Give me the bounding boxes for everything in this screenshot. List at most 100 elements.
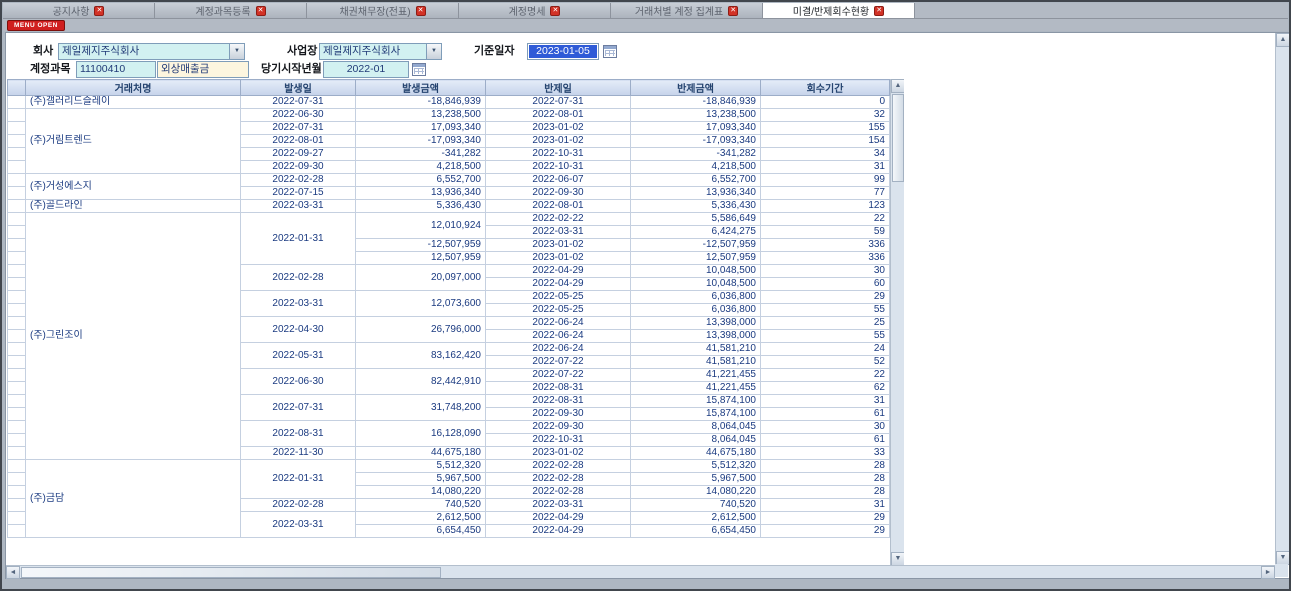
menu-open-button[interactable]: MENU OPEN	[7, 20, 65, 31]
tab-account-detail[interactable]: 계정명세 ✕	[459, 3, 611, 18]
occur-amount-cell[interactable]: 16,128,090	[356, 421, 486, 447]
vendor-header[interactable]: 거래처명	[26, 80, 241, 96]
occur-amount-cell[interactable]: 12,073,600	[356, 291, 486, 317]
settle-date-cell[interactable]: 2022-06-07	[486, 174, 631, 187]
settle-date-cell[interactable]: 2022-06-24	[486, 343, 631, 356]
collection-period-cell[interactable]: 29	[761, 525, 890, 538]
settle-date-cell[interactable]: 2022-08-01	[486, 109, 631, 122]
occur-amount-cell[interactable]: -17,093,340	[356, 135, 486, 148]
tab-notices[interactable]: 공지사항 ✕	[3, 3, 155, 18]
settle-date-cell[interactable]: 2022-06-24	[486, 330, 631, 343]
collection-period-cell[interactable]: 155	[761, 122, 890, 135]
occur-amount-header[interactable]: 발생금액	[356, 80, 486, 96]
collection-period-cell[interactable]: 30	[761, 265, 890, 278]
occur-amount-cell[interactable]: 20,097,000	[356, 265, 486, 291]
row-selector[interactable]	[8, 525, 26, 538]
settle-date-cell[interactable]: 2022-02-28	[486, 486, 631, 499]
settle-amount-cell[interactable]: 13,398,000	[631, 330, 761, 343]
content-horizontal-scrollbar[interactable]: ◄ ►	[6, 565, 1275, 578]
collection-period-cell[interactable]: 336	[761, 252, 890, 265]
scroll-up-icon[interactable]: ▲	[1276, 33, 1290, 47]
occur-date-cell[interactable]: 2022-01-31	[241, 213, 356, 265]
vendor-cell[interactable]: (주)갤러리드슬레이	[26, 96, 241, 109]
settle-date-cell[interactable]: 2023-01-02	[486, 447, 631, 460]
settle-amount-cell[interactable]: -12,507,959	[631, 239, 761, 252]
collection-period-cell[interactable]: 60	[761, 278, 890, 291]
settle-date-cell[interactable]: 2022-08-31	[486, 382, 631, 395]
collection-period-cell[interactable]: 33	[761, 447, 890, 460]
occur-amount-cell[interactable]: 12,010,924	[356, 213, 486, 239]
content-vertical-scrollbar[interactable]: ▲ ▼	[1275, 33, 1289, 565]
occur-amount-cell[interactable]: 5,512,320	[356, 460, 486, 473]
settle-amount-cell[interactable]: 5,967,500	[631, 473, 761, 486]
collection-period-cell[interactable]: 59	[761, 226, 890, 239]
occur-amount-cell[interactable]: 83,162,420	[356, 343, 486, 369]
collection-period-cell[interactable]: 22	[761, 369, 890, 382]
scroll-left-icon[interactable]: ◄	[6, 566, 20, 579]
collection-period-cell[interactable]: 123	[761, 200, 890, 213]
settle-amount-cell[interactable]: 15,874,100	[631, 395, 761, 408]
settle-amount-cell[interactable]: 5,336,430	[631, 200, 761, 213]
settle-date-cell[interactable]: 2022-09-30	[486, 408, 631, 421]
period-start-input[interactable]: 2022-01	[323, 61, 409, 78]
row-selector[interactable]	[8, 395, 26, 408]
row-selector[interactable]	[8, 330, 26, 343]
settle-amount-cell[interactable]: 8,064,045	[631, 421, 761, 434]
collection-period-cell[interactable]: 62	[761, 382, 890, 395]
occur-date-cell[interactable]: 2022-07-15	[241, 187, 356, 200]
settle-amount-cell[interactable]: 17,093,340	[631, 122, 761, 135]
settle-date-cell[interactable]: 2022-04-29	[486, 278, 631, 291]
occur-amount-cell[interactable]: 5,336,430	[356, 200, 486, 213]
collection-period-cell[interactable]: 31	[761, 395, 890, 408]
settle-amount-cell[interactable]: 5,586,649	[631, 213, 761, 226]
occur-date-cell[interactable]: 2022-07-31	[241, 395, 356, 421]
row-selector[interactable]	[8, 213, 26, 226]
chevron-down-icon[interactable]: ▼	[229, 44, 244, 59]
settle-amount-cell[interactable]: -17,093,340	[631, 135, 761, 148]
settle-date-cell[interactable]: 2022-10-31	[486, 434, 631, 447]
vendor-cell[interactable]: (주)금담	[26, 460, 241, 538]
scroll-up-icon[interactable]: ▲	[891, 79, 904, 93]
collection-period-cell[interactable]: 29	[761, 291, 890, 304]
occur-amount-cell[interactable]: 31,748,200	[356, 395, 486, 421]
row-selector[interactable]	[8, 369, 26, 382]
scrollbar-thumb[interactable]	[892, 94, 904, 182]
occur-amount-cell[interactable]: 6,552,700	[356, 174, 486, 187]
row-selector[interactable]	[8, 135, 26, 148]
company-select[interactable]: 제일제지주식회사 ▼	[58, 43, 245, 60]
occur-amount-cell[interactable]: 6,654,450	[356, 525, 486, 538]
occur-amount-cell[interactable]: 14,080,220	[356, 486, 486, 499]
occur-date-cell[interactable]: 2022-04-30	[241, 317, 356, 343]
occur-date-cell[interactable]: 2022-03-31	[241, 291, 356, 317]
occur-amount-cell[interactable]: 740,520	[356, 499, 486, 512]
row-selector[interactable]	[8, 460, 26, 473]
chevron-down-icon[interactable]: ▼	[426, 44, 441, 59]
settle-date-cell[interactable]: 2023-01-02	[486, 239, 631, 252]
settle-date-cell[interactable]: 2023-01-02	[486, 252, 631, 265]
collection-period-cell[interactable]: 0	[761, 96, 890, 109]
settle-amount-cell[interactable]: 8,064,045	[631, 434, 761, 447]
settle-amount-cell[interactable]: 6,552,700	[631, 174, 761, 187]
close-icon[interactable]: ✕	[874, 6, 884, 16]
settle-amount-header[interactable]: 반제금액	[631, 80, 761, 96]
collection-period-cell[interactable]: 28	[761, 473, 890, 486]
row-selector[interactable]	[8, 174, 26, 187]
row-selector[interactable]	[8, 252, 26, 265]
settle-date-cell[interactable]: 2022-07-31	[486, 96, 631, 109]
row-selector[interactable]	[8, 356, 26, 369]
occur-amount-cell[interactable]: 17,093,340	[356, 122, 486, 135]
collection-period-cell[interactable]: 31	[761, 161, 890, 174]
vendor-cell[interactable]: (주)거림트렌드	[26, 109, 241, 174]
site-select[interactable]: 제일제지주식회사 ▼	[319, 43, 442, 60]
collection-period-cell[interactable]: 29	[761, 512, 890, 525]
tab-account-register[interactable]: 계정과목등록 ✕	[155, 3, 307, 18]
row-selector[interactable]	[8, 161, 26, 174]
occur-date-cell[interactable]: 2022-08-01	[241, 135, 356, 148]
occur-amount-cell[interactable]: 13,936,340	[356, 187, 486, 200]
occur-amount-cell[interactable]: 5,967,500	[356, 473, 486, 486]
occur-date-cell[interactable]: 2022-07-31	[241, 122, 356, 135]
occur-date-cell[interactable]: 2022-07-31	[241, 96, 356, 109]
occur-date-cell[interactable]: 2022-09-30	[241, 161, 356, 174]
occur-amount-cell[interactable]: 12,507,959	[356, 252, 486, 265]
occur-date-cell[interactable]: 2022-03-31	[241, 200, 356, 213]
